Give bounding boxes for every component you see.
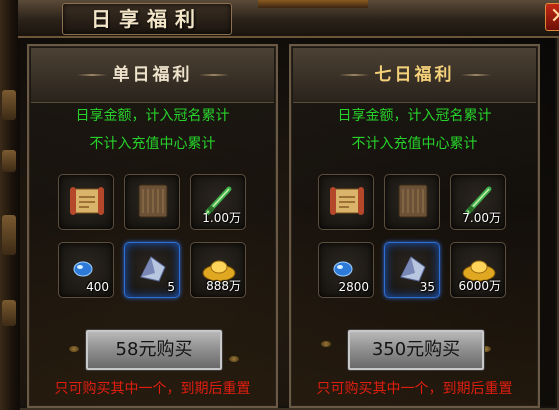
window-title: 日享福利 xyxy=(91,7,203,31)
reward-slot[interactable] xyxy=(318,174,374,230)
reward-slot[interactable]: 2800 xyxy=(318,242,374,298)
reward-slot[interactable]: 5 xyxy=(124,242,180,298)
ornament-line xyxy=(76,74,107,76)
book-icon xyxy=(398,184,428,218)
ornament-line xyxy=(198,74,229,76)
panel-header: 七日福利 xyxy=(293,48,536,103)
border-stud xyxy=(2,300,16,326)
panel-title-text: 七日福利 xyxy=(374,65,455,85)
panel-description-2: 不计入充值中心累计 xyxy=(351,136,478,152)
item-quantity: 2800 xyxy=(338,280,369,294)
purchase-note: 只可购买其中一个，到期后重置 xyxy=(316,381,513,397)
item-quantity: 7.00万 xyxy=(462,211,501,225)
panel-description-1: 日享金额，计入冠名累计 xyxy=(337,108,492,124)
reward-slot[interactable]: 6000万 xyxy=(450,242,506,298)
item-quantity: 1.00万 xyxy=(202,211,241,225)
treasure-coin-icon xyxy=(229,356,239,362)
reward-slot[interactable]: 35 xyxy=(384,242,440,298)
treasure-coin-icon xyxy=(321,341,331,347)
seven-day-welfare-panel: 七日福利 日享金额，计入冠名累计 不计入充值中心累计 7.00万 2800 35… xyxy=(289,44,540,408)
book-icon xyxy=(138,184,168,218)
item-quantity: 6000万 xyxy=(458,279,501,293)
reward-slot[interactable]: 1.00万 xyxy=(190,174,246,230)
reward-slot[interactable]: 888万 xyxy=(190,242,246,298)
scroll-icon xyxy=(70,187,104,215)
reward-slot[interactable]: 400 xyxy=(58,242,114,298)
ornament-line xyxy=(338,74,369,76)
panel-description-1: 日享金额，计入冠名累计 xyxy=(75,108,230,124)
border-stud xyxy=(2,150,16,172)
reward-slot[interactable] xyxy=(124,174,180,230)
buy-button[interactable]: 58元购买 xyxy=(86,330,222,370)
title-plate: 日享福利 xyxy=(62,3,232,35)
panel-header: 单日福利 xyxy=(31,48,274,103)
item-quantity: 35 xyxy=(419,280,435,294)
item-quantity: 888万 xyxy=(206,279,241,293)
treasure-coin-icon xyxy=(69,346,79,352)
left-border-ornament xyxy=(0,0,20,410)
title-bar: 日享福利 ✕ xyxy=(18,0,559,38)
daily-welfare-panel: 单日福利 日享金额，计入冠名累计 不计入充值中心累计 1.00万 400 5 8… xyxy=(27,44,278,408)
ornament-line xyxy=(460,74,491,76)
purchase-note: 只可购买其中一个，到期后重置 xyxy=(54,381,251,397)
border-stud xyxy=(2,90,16,120)
panel-title: 单日福利 xyxy=(31,58,274,92)
buy-button[interactable]: 350元购买 xyxy=(348,330,484,370)
scroll-icon xyxy=(330,187,364,215)
title-tab-edge xyxy=(258,0,368,8)
item-quantity: 400 xyxy=(86,280,109,294)
reward-slot[interactable] xyxy=(58,174,114,230)
item-quantity: 5 xyxy=(167,280,175,294)
panel-title: 七日福利 xyxy=(293,58,536,92)
reward-slot[interactable]: 7.00万 xyxy=(450,174,506,230)
panel-title-text: 单日福利 xyxy=(112,65,193,85)
close-button[interactable]: ✕ xyxy=(545,3,559,31)
reward-slot[interactable] xyxy=(384,174,440,230)
border-stud xyxy=(2,215,16,255)
panel-description-2: 不计入充值中心累计 xyxy=(89,136,216,152)
